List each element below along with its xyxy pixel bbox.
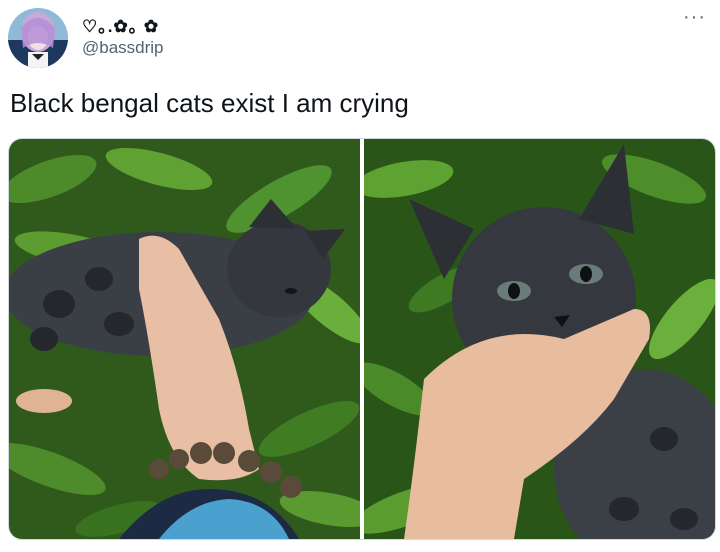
avatar[interactable] <box>8 8 68 68</box>
display-name[interactable]: ♡｡.✿｡ ✿ <box>82 12 159 37</box>
tweet-media[interactable] <box>8 138 716 540</box>
more-options-icon[interactable]: ··· <box>683 6 706 29</box>
photo-kitten-in-hand-side[interactable] <box>9 139 360 539</box>
tweet-text: Black bengal cats exist I am crying <box>10 88 409 118</box>
user-handle[interactable]: @bassdrip <box>82 38 164 58</box>
photo-kitten-in-hand-front[interactable] <box>364 139 715 539</box>
